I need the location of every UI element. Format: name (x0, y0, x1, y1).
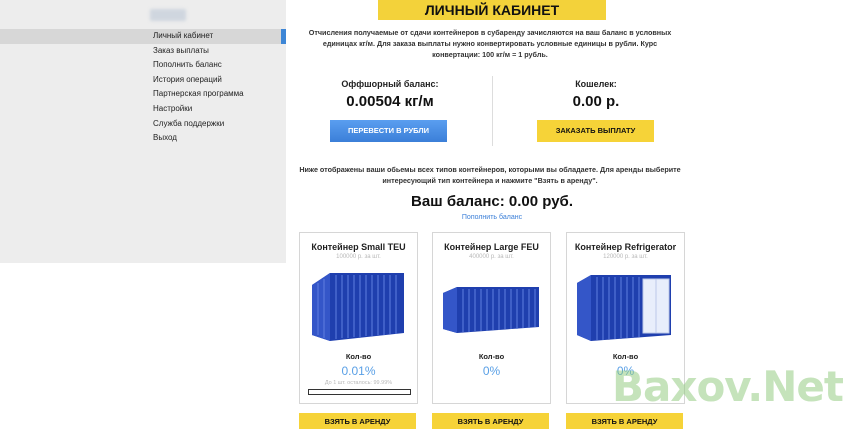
container-image (443, 287, 539, 333)
sidebar: Личный кабинет Заказ выплаты Пополнить б… (0, 0, 286, 263)
rent-button-large-feu[interactable]: ВЗЯТЬ В АРЕНДУ (432, 413, 549, 429)
card-price: 400000 р. за шт. (469, 254, 514, 260)
card-price: 120000 р. за шт. (603, 254, 648, 260)
container-card-small-teu: Контейнер Small TEU 100000 р. за шт. Кол… (299, 232, 418, 404)
card-title: Контейнер Large FEU (444, 242, 539, 252)
page-title: ЛИЧНЫЙ КАБИНЕТ (378, 0, 606, 20)
sidebar-item-payout-order[interactable]: Заказ выплаты (0, 44, 286, 59)
card-qty-value: 0% (482, 364, 501, 378)
card-qty-label: Кол-во (478, 352, 505, 361)
card-qty-label: Кол-во (345, 352, 372, 361)
topup-balance-link[interactable]: Пополнить баланс (442, 214, 542, 221)
sidebar-item-topup[interactable]: Пополнить баланс (0, 58, 286, 73)
card-qty-label: Кол-во (612, 352, 639, 361)
card-qty-value: 0.01% (341, 364, 376, 378)
offshore-balance-value: 0.00504 кг/м (346, 93, 434, 110)
offshore-balance-label: Оффшорный баланс: (341, 79, 439, 89)
sidebar-item-support[interactable]: Служба поддержки (0, 117, 286, 132)
card-progress-note: До 1 шт. осталось: 99.99% (324, 380, 393, 386)
card-price: 100000 р. за шт. (336, 254, 381, 260)
sidebar-item-cabinet[interactable]: Личный кабинет (0, 29, 286, 44)
convert-to-rubles-button[interactable]: ПЕРЕВЕСТИ В РУБЛИ (330, 120, 447, 142)
container-image (312, 273, 404, 341)
card-title: Контейнер Small TEU (311, 242, 406, 252)
card-progress-bar (308, 389, 411, 395)
sidebar-item-history[interactable]: История операций (0, 73, 286, 88)
info-text: Ниже отображены ваши обьемы всех типов к… (299, 165, 681, 185)
order-payout-button[interactable]: ЗАКАЗАТЬ ВЫПЛАТУ (537, 120, 654, 142)
balance-divider (492, 76, 493, 146)
container-card-large-feu: Контейнер Large FEU 400000 р. за шт. Кол… (432, 232, 551, 404)
intro-text: Отчисления получаемые от сдачи контейнер… (308, 28, 672, 59)
wallet-label: Кошелек: (575, 79, 617, 89)
wallet-value: 0.00 р. (572, 93, 620, 110)
rent-button-refrigerator[interactable]: ВЗЯТЬ В АРЕНДУ (566, 413, 683, 429)
container-image (577, 275, 671, 341)
your-balance: Ваш баланс: 0.00 руб. (411, 193, 573, 210)
sidebar-item-partner[interactable]: Партнерская программа (0, 87, 286, 102)
username-blurred (150, 9, 186, 21)
sidebar-item-settings[interactable]: Настройки (0, 102, 286, 117)
sidebar-menu: Личный кабинет Заказ выплаты Пополнить б… (0, 29, 286, 146)
card-title: Контейнер Refrigerator (574, 242, 677, 252)
rent-button-small-teu[interactable]: ВЗЯТЬ В АРЕНДУ (299, 413, 416, 429)
sidebar-item-logout[interactable]: Выход (0, 131, 286, 146)
watermark: Baxov.Net (612, 362, 844, 411)
